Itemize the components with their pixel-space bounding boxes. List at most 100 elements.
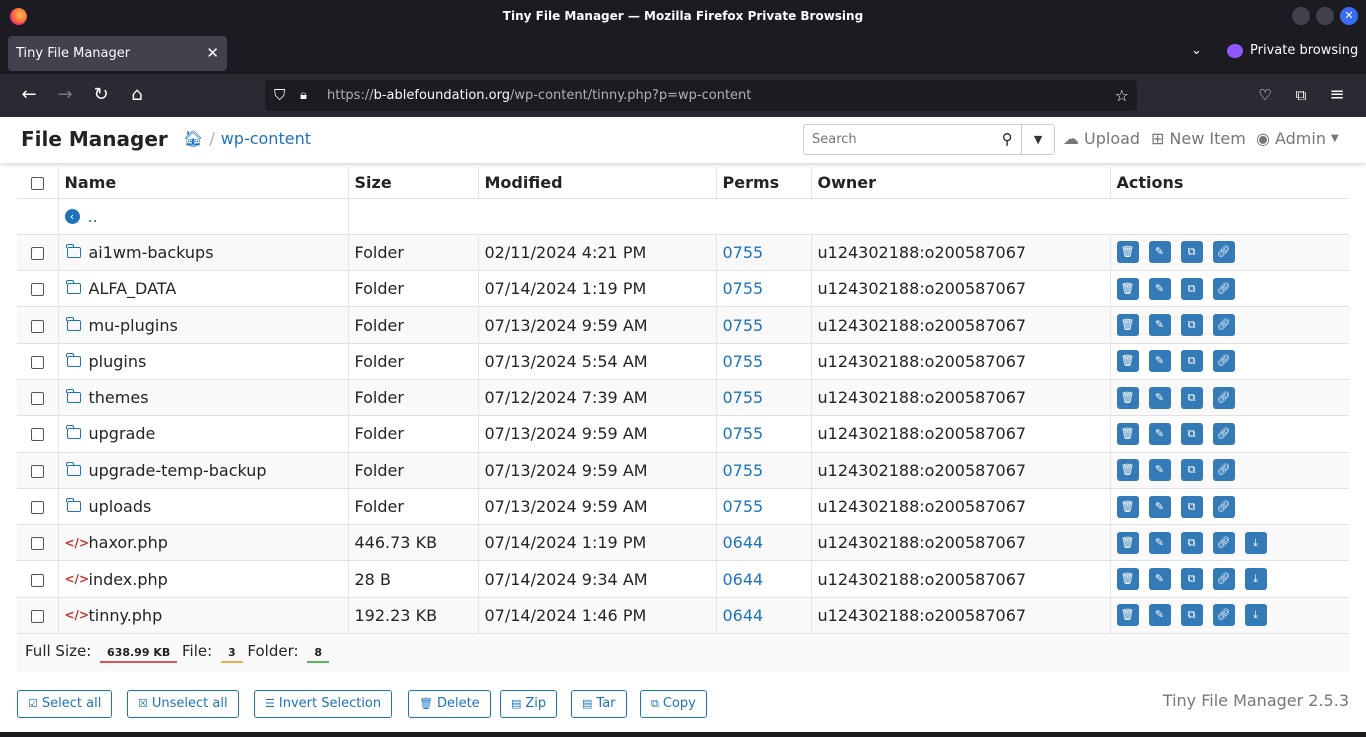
perms-link[interactable]: 0755 <box>723 279 764 298</box>
perms-link[interactable]: 0644 <box>723 570 764 589</box>
file-name-link[interactable]: tinny.php <box>89 606 163 625</box>
breadcrumb-home-icon[interactable]: 🏠︎ <box>183 129 203 148</box>
copy-to-icon[interactable]: ⧉ <box>1180 604 1203 627</box>
delete-icon[interactable]: 🗑︎ <box>1116 422 1139 445</box>
minimize-button[interactable] <box>1292 7 1310 25</box>
search-input[interactable] <box>804 125 994 154</box>
rename-icon[interactable]: ✎ <box>1148 459 1171 482</box>
copy-to-icon[interactable]: ⧉ <box>1180 495 1203 518</box>
row-checkbox[interactable] <box>30 537 44 551</box>
perms-link[interactable]: 0644 <box>723 533 764 552</box>
lock-icon[interactable]: 🔒︎ <box>300 80 307 111</box>
file-name-link[interactable]: ai1wm-backups <box>89 243 214 262</box>
file-name-link[interactable]: upgrade <box>89 424 156 443</box>
direct-link-icon[interactable]: 🔗︎ <box>1212 422 1235 445</box>
download-icon[interactable]: ⤓ <box>1244 568 1267 591</box>
direct-link-icon[interactable]: 🔗︎ <box>1212 568 1235 591</box>
rename-icon[interactable]: ✎ <box>1148 531 1171 554</box>
row-checkbox[interactable] <box>30 319 44 333</box>
direct-link-icon[interactable]: 🔗︎ <box>1212 277 1235 300</box>
delete-icon[interactable]: 🗑︎ <box>1116 604 1139 627</box>
direct-link-icon[interactable]: 🔗︎ <box>1212 459 1235 482</box>
row-checkbox[interactable] <box>30 392 44 406</box>
file-name-link[interactable]: mu-plugins <box>89 316 178 335</box>
delete-icon[interactable]: 🗑︎ <box>1116 386 1139 409</box>
tab-close-icon[interactable]: ✕ <box>206 36 219 71</box>
row-checkbox[interactable] <box>30 609 44 623</box>
admin-menu[interactable]: ◉ Admin ▼ <box>1256 129 1339 148</box>
url-bar[interactable]: ⛉ 🔒︎ https://b-ablefoundation.org/wp-con… <box>265 80 1137 111</box>
search-dropdown-toggle[interactable]: ▼ <box>1021 125 1054 154</box>
perms-link[interactable]: 0755 <box>723 243 764 262</box>
copy-button[interactable]: ⧉ Copy <box>640 690 707 718</box>
home-icon[interactable]: ⌂ <box>126 84 148 106</box>
perms-link[interactable]: 0755 <box>723 461 764 480</box>
bookmark-star-icon[interactable]: ☆ <box>1115 80 1129 111</box>
menu-hamburger-icon[interactable]: ≡ <box>1326 84 1348 106</box>
reload-icon[interactable]: ↻ <box>90 84 112 106</box>
copy-to-icon[interactable]: ⧉ <box>1180 277 1203 300</box>
delete-icon[interactable]: 🗑︎ <box>1116 314 1139 337</box>
tracking-shield-icon[interactable]: ⛉ <box>274 80 285 111</box>
col-name[interactable]: Name <box>58 167 349 199</box>
copy-to-icon[interactable]: ⧉ <box>1180 241 1203 264</box>
invert-selection-button[interactable]: ☰ Invert Selection <box>254 690 393 718</box>
rename-icon[interactable]: ✎ <box>1148 350 1171 373</box>
perms-link[interactable]: 0755 <box>723 316 764 335</box>
copy-to-icon[interactable]: ⧉ <box>1180 386 1203 409</box>
new-item-link[interactable]: ⊞ New Item <box>1151 129 1246 148</box>
perms-link[interactable]: 0755 <box>723 424 764 443</box>
app-version[interactable]: Tiny File Manager 2.5.3 <box>1163 691 1349 710</box>
delete-icon[interactable]: 🗑︎ <box>1116 241 1139 264</box>
copy-to-icon[interactable]: ⧉ <box>1180 459 1203 482</box>
rename-icon[interactable]: ✎ <box>1148 241 1171 264</box>
direct-link-icon[interactable]: 🔗︎ <box>1212 531 1235 554</box>
col-modified[interactable]: Modified <box>478 167 717 199</box>
direct-link-icon[interactable]: 🔗︎ <box>1212 604 1235 627</box>
file-name-link[interactable]: uploads <box>89 497 152 516</box>
tab-list-chevron-icon[interactable]: ⌄ <box>1191 43 1202 58</box>
row-checkbox[interactable] <box>30 355 44 369</box>
delete-icon[interactable]: 🗑︎ <box>1116 277 1139 300</box>
delete-button[interactable]: 🗑︎ Delete <box>408 690 491 718</box>
copy-to-icon[interactable]: ⧉ <box>1180 422 1203 445</box>
row-checkbox[interactable] <box>30 573 44 587</box>
delete-icon[interactable]: 🗑︎ <box>1116 350 1139 373</box>
direct-link-icon[interactable]: 🔗︎ <box>1212 350 1235 373</box>
rename-icon[interactable]: ✎ <box>1148 277 1171 300</box>
back-arrow-icon[interactable]: ← <box>18 84 40 106</box>
rename-icon[interactable]: ✎ <box>1148 568 1171 591</box>
delete-icon[interactable]: 🗑︎ <box>1116 495 1139 518</box>
copy-to-icon[interactable]: ⧉ <box>1180 314 1203 337</box>
delete-icon[interactable]: 🗑︎ <box>1116 568 1139 591</box>
browser-tab[interactable]: Tiny File Manager ✕ <box>8 36 227 71</box>
file-name-link[interactable]: index.php <box>89 570 168 589</box>
rename-icon[interactable]: ✎ <box>1148 386 1171 409</box>
perms-link[interactable]: 0755 <box>723 497 764 516</box>
delete-icon[interactable]: 🗑︎ <box>1116 531 1139 554</box>
maximize-button[interactable] <box>1316 7 1334 25</box>
col-perms[interactable]: Perms <box>716 167 812 199</box>
rename-icon[interactable]: ✎ <box>1148 495 1171 518</box>
file-name-link[interactable]: ALFA_DATA <box>89 279 177 298</box>
row-checkbox[interactable] <box>30 283 44 297</box>
direct-link-icon[interactable]: 🔗︎ <box>1212 241 1235 264</box>
row-checkbox[interactable] <box>30 464 44 478</box>
row-checkbox[interactable] <box>30 246 44 260</box>
rename-icon[interactable]: ✎ <box>1148 314 1171 337</box>
select-all-button[interactable]: ☑ Select all <box>17 690 113 718</box>
row-checkbox[interactable] <box>30 501 44 515</box>
rename-icon[interactable]: ✎ <box>1148 604 1171 627</box>
row-checkbox[interactable] <box>30 428 44 442</box>
direct-link-icon[interactable]: 🔗︎ <box>1212 314 1235 337</box>
delete-icon[interactable]: 🗑︎ <box>1116 459 1139 482</box>
file-name-link[interactable]: haxor.php <box>89 533 168 552</box>
copy-to-icon[interactable]: ⧉ <box>1180 531 1203 554</box>
col-owner[interactable]: Owner <box>811 167 1111 199</box>
download-icon[interactable]: ⤓ <box>1244 604 1267 627</box>
perms-link[interactable]: 0755 <box>723 352 764 371</box>
tar-button[interactable]: ▤ Tar <box>571 690 627 718</box>
file-name-link[interactable]: plugins <box>89 352 147 371</box>
direct-link-icon[interactable]: 🔗︎ <box>1212 386 1235 409</box>
breadcrumb-current[interactable]: wp-content <box>221 129 311 148</box>
